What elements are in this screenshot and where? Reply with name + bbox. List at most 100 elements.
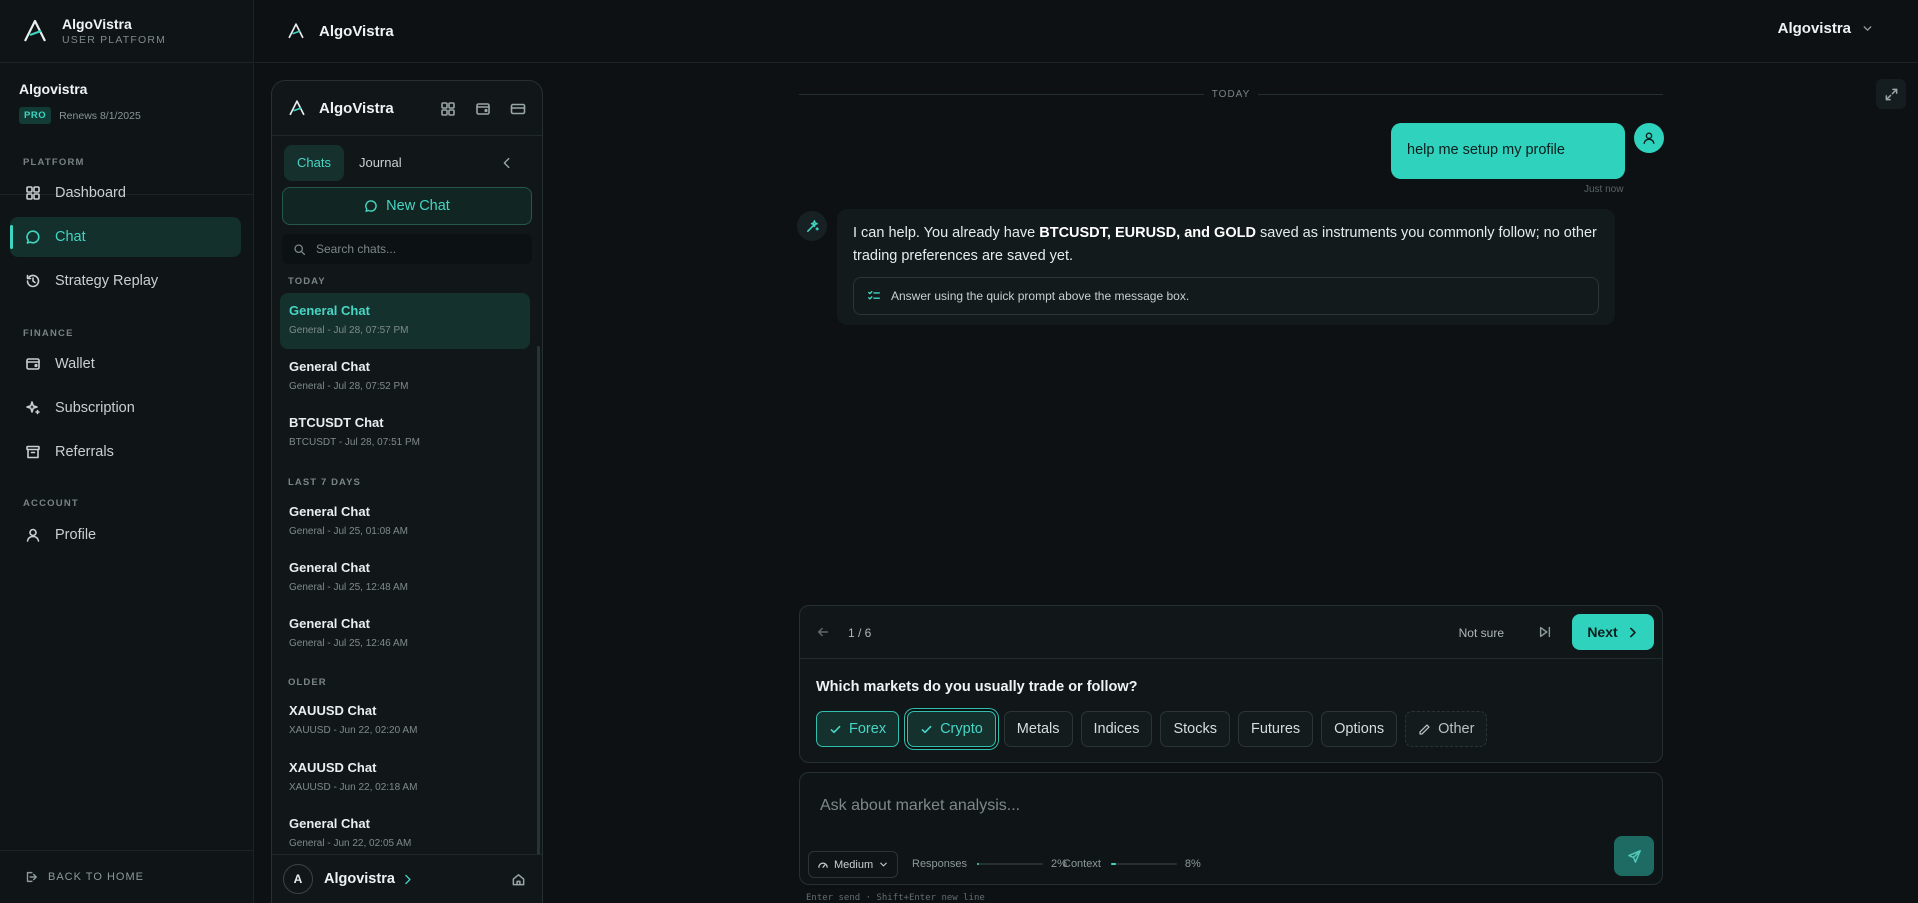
back-to-home-link[interactable]: BACK TO HOME: [0, 850, 254, 903]
responses-bar-fill: [977, 863, 980, 865]
chat-bubble-icon: [365, 200, 377, 212]
expand-button[interactable]: [1876, 79, 1906, 109]
nav-section-platform: PLATFORM: [23, 157, 85, 168]
chat-title: General Chat: [289, 560, 370, 575]
nav-item-label: Strategy Replay: [55, 273, 159, 289]
algovistra-logo-icon: [288, 23, 304, 39]
nav-item-strategy-replay[interactable]: Strategy Replay: [10, 261, 241, 301]
chat-list-item[interactable]: XAUUSD Chat XAUUSD - Jun 22, 02:18 AM: [280, 750, 530, 806]
context-bar-fill: [1110, 863, 1117, 865]
chevron-left-icon[interactable]: [500, 156, 514, 170]
nav-item-chat[interactable]: Chat: [10, 217, 241, 257]
tab-journal[interactable]: Journal: [346, 145, 415, 181]
logout-arrow-icon: [26, 871, 37, 883]
day-divider: TODAY: [799, 88, 1663, 100]
chevron-right-icon: [1629, 627, 1636, 637]
nav-item-referrals[interactable]: Referrals: [10, 432, 241, 472]
option-chip-indices[interactable]: Indices: [1080, 711, 1153, 747]
brand-tagline: USER PLATFORM: [62, 34, 167, 46]
option-chip-other[interactable]: Other: [1405, 711, 1488, 747]
group-label-older: OLDER: [288, 677, 327, 688]
option-chip-metals[interactable]: Metals: [1003, 711, 1073, 747]
option-label: Stocks: [1173, 721, 1217, 737]
chevron-down-icon: [880, 862, 887, 867]
group-label-last-7-days: LAST 7 DAYS: [288, 477, 361, 488]
option-chip-options[interactable]: Options: [1321, 711, 1398, 747]
replay-icon: [26, 274, 40, 288]
panel-header: AlgoVistra: [272, 81, 542, 136]
quick-prompt-card: 1 / 6 Not sure Next Which markets do you…: [799, 605, 1663, 763]
user-name: Algovistra: [19, 81, 88, 97]
chat-bubble-icon: [26, 230, 40, 244]
panel-footer: A Algovistra: [272, 854, 542, 903]
tab-chats[interactable]: Chats: [284, 145, 344, 181]
top-bar: AlgoVistra Algovistra: [255, 0, 1918, 63]
skip-forward-icon[interactable]: [1538, 625, 1552, 639]
next-button[interactable]: Next: [1572, 614, 1654, 650]
chat-title: XAUUSD Chat: [289, 703, 377, 718]
chat-list-item[interactable]: General Chat General - Jul 28, 07:52 PM: [280, 349, 530, 405]
option-chip-crypto[interactable]: Crypto: [907, 711, 996, 747]
avatar[interactable]: A: [283, 864, 313, 894]
chat-search-input[interactable]: Search chats...: [282, 234, 532, 264]
expand-icon: [1885, 88, 1897, 100]
chat-list-item[interactable]: General Chat General - Jul 25, 12:46 AM: [280, 606, 530, 662]
check-icon: [921, 725, 932, 733]
algovistra-logo-icon: [289, 100, 305, 116]
chat-title: General Chat: [289, 816, 370, 831]
question-text: Which markets do you usually trade or fo…: [816, 679, 1138, 695]
grid-icon[interactable]: [440, 101, 456, 117]
question-progress: 1 / 6: [848, 626, 872, 640]
sparkle-wand-icon: [806, 219, 819, 232]
panel-title: AlgoVistra: [319, 99, 394, 117]
send-button[interactable]: [1614, 836, 1654, 876]
footer-user-name[interactable]: Algovistra: [324, 871, 395, 887]
chat-title: General Chat: [289, 616, 370, 631]
user-icon: [1643, 132, 1655, 144]
nav-item-dashboard[interactable]: Dashboard: [10, 173, 241, 213]
chat-meta: General - Jul 28, 07:52 PM: [289, 381, 409, 392]
chat-meta: General - Jul 28, 07:57 PM: [289, 325, 409, 336]
nav-item-label: Referrals: [55, 444, 114, 460]
context-percent: 8%: [1184, 858, 1201, 870]
nav-item-subscription[interactable]: Subscription: [10, 388, 241, 428]
chat-list-scrollbar[interactable]: [537, 346, 540, 866]
chat-list-item[interactable]: General Chat General - Jul 28, 07:57 PM: [280, 293, 530, 349]
quick-prompt-header: 1 / 6 Not sure Next: [800, 606, 1662, 659]
account-name: Algovistra: [1777, 20, 1851, 37]
not-sure-button[interactable]: Not sure: [1459, 626, 1504, 640]
chat-title: General Chat: [289, 504, 370, 519]
context-label: Context: [1063, 858, 1101, 870]
chat-meta: General - Jun 22, 02:05 AM: [289, 838, 412, 849]
chat-list-item[interactable]: General Chat General - Jul 25, 12:48 AM: [280, 550, 530, 606]
option-chip-futures[interactable]: Futures: [1237, 711, 1314, 747]
nav-item-profile[interactable]: Profile: [10, 515, 241, 555]
wallet-icon[interactable]: [475, 101, 491, 117]
chat-meta: BTCUSDT - Jul 28, 07:51 PM: [289, 437, 420, 448]
chat-title: BTCUSDT Chat: [289, 415, 384, 430]
chat-list-item[interactable]: XAUUSD Chat XAUUSD - Jun 22, 02:20 AM: [280, 693, 530, 749]
user-avatar: [1634, 123, 1664, 153]
brand-name: AlgoVistra: [62, 16, 132, 32]
pencil-icon: [1419, 723, 1430, 735]
chevron-right-icon[interactable]: [401, 873, 414, 886]
option-chips: Forex Crypto Metals Indices Stocks Futur…: [816, 711, 1488, 747]
sidebar-brand[interactable]: AlgoVistra USER PLATFORM: [0, 0, 253, 63]
arrow-left-icon[interactable]: [816, 625, 830, 639]
model-selector[interactable]: Medium: [808, 851, 899, 878]
chevron-down-icon: [1863, 26, 1872, 31]
algovistra-logo-icon: [24, 19, 46, 42]
option-chip-forex[interactable]: Forex: [816, 711, 900, 747]
context-bar: [1110, 863, 1177, 865]
chat-list-item[interactable]: General Chat General - Jul 25, 01:08 AM: [280, 494, 530, 550]
nav-item-wallet[interactable]: Wallet: [10, 344, 241, 384]
option-chip-stocks[interactable]: Stocks: [1160, 711, 1230, 747]
new-chat-button[interactable]: New Chat: [282, 187, 532, 225]
chat-list-item[interactable]: BTCUSDT Chat BTCUSDT - Jul 28, 07:51 PM: [280, 405, 530, 461]
sparkle-icon: [26, 401, 40, 415]
credit-card-icon[interactable]: [510, 101, 526, 117]
sidebar: AlgoVistra USER PLATFORM Algovistra PRO …: [0, 0, 254, 903]
message-input[interactable]: Ask about market analysis...: [820, 797, 1020, 815]
home-icon[interactable]: [511, 872, 526, 887]
account-menu[interactable]: Algovistra: [1778, 20, 1874, 37]
